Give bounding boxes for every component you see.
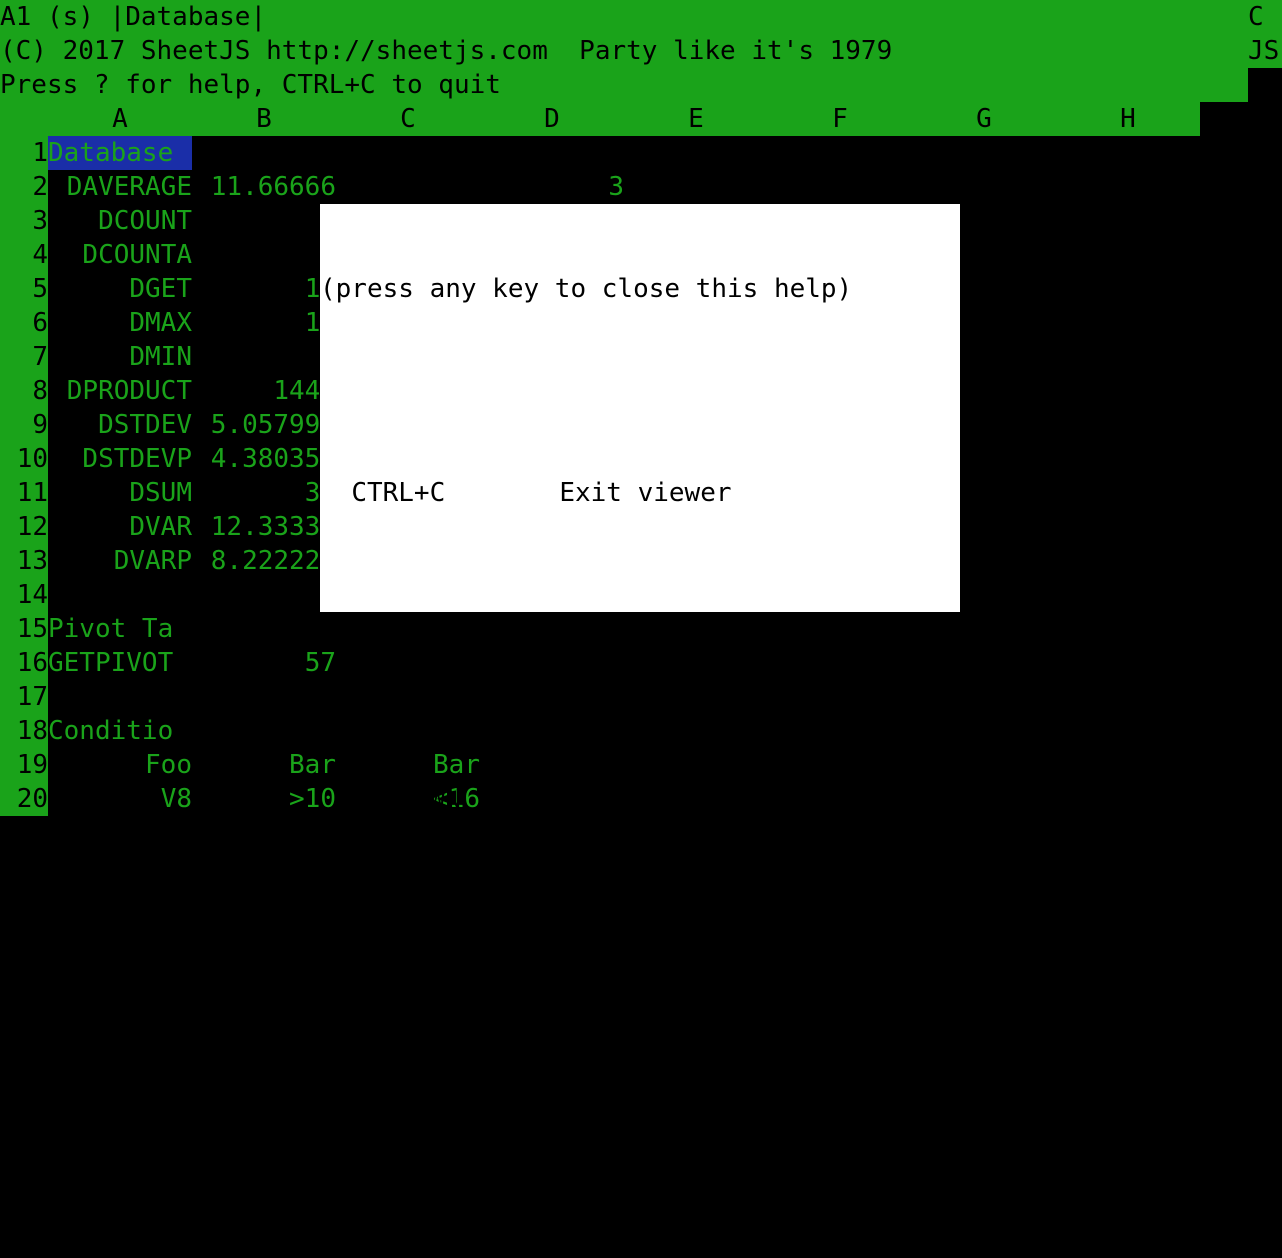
row-number[interactable]: 2 bbox=[0, 170, 48, 204]
cell-b[interactable]: 12.33333 bbox=[192, 510, 336, 544]
column-header-e[interactable]: E bbox=[624, 102, 768, 136]
column-header-b[interactable]: B bbox=[192, 102, 336, 136]
help-entry: Click cell Jump to selected cell bbox=[320, 680, 960, 714]
help-entry: UP/DOWN Jump up/down 1 line bbox=[320, 782, 960, 816]
cell-a[interactable]: Conditio bbox=[48, 714, 192, 748]
help-key: PGUP/PGDN bbox=[351, 988, 493, 1018]
row-number[interactable]: 12 bbox=[0, 510, 48, 544]
row-number[interactable]: 16 bbox=[0, 646, 48, 680]
cell-a[interactable]: Database bbox=[48, 136, 192, 170]
help-desc: Select Worksheet bbox=[559, 1192, 810, 1222]
column-header-g[interactable]: G bbox=[912, 102, 1056, 136]
cell-a[interactable]: GETPIVOT bbox=[48, 646, 192, 680]
cell-b[interactable]: 1440 bbox=[192, 374, 336, 408]
cell-b[interactable]: 57 bbox=[192, 646, 336, 680]
cell-b[interactable]: 3 bbox=[192, 238, 336, 272]
cell-b[interactable]: 5.057996 bbox=[192, 408, 336, 442]
column-header-c[interactable]: C bbox=[336, 102, 480, 136]
help-desc: Jump to selected cell bbox=[559, 682, 889, 712]
cell-a[interactable]: DGET bbox=[48, 272, 192, 306]
column-header-bar: A B C D E F G H bbox=[0, 102, 1200, 136]
row-number[interactable]: 20 bbox=[0, 782, 48, 816]
help-key: CTRL+C bbox=[351, 478, 446, 508]
cell-a[interactable]: DMIN bbox=[48, 340, 192, 374]
help-title: (press any key to close this help) bbox=[320, 274, 853, 304]
cell-b[interactable]: >10 bbox=[192, 782, 336, 816]
help-entry: ~ (tilde) Select Worksheet bbox=[320, 1190, 960, 1224]
column-header-a[interactable]: A bbox=[48, 102, 192, 136]
column-header-d[interactable]: D bbox=[480, 102, 624, 136]
status-line: A1 (s) |Database| bbox=[0, 0, 1248, 34]
row-number[interactable]: 15 bbox=[0, 612, 48, 646]
cell-a[interactable]: DMAX bbox=[48, 306, 192, 340]
column-header-h[interactable]: H bbox=[1056, 102, 1200, 136]
row-number[interactable]: 17 bbox=[0, 680, 48, 714]
row-number[interactable]: 8 bbox=[0, 374, 48, 408]
cell-a[interactable]: DPRODUCT bbox=[48, 374, 192, 408]
help-entry: Mouse scrl Jump up/down 3 lines bbox=[320, 884, 960, 918]
column-header-f[interactable]: F bbox=[768, 102, 912, 136]
cell-a[interactable]: DSUM bbox=[48, 476, 192, 510]
cell-a[interactable]: DSTDEVP bbox=[48, 442, 192, 476]
cell-a[interactable]: DVARP bbox=[48, 544, 192, 578]
right-edge-fill bbox=[1248, 68, 1282, 102]
cell-b[interactable]: 3 bbox=[192, 204, 336, 238]
help-entry: CTRL+C Exit viewer bbox=[320, 476, 960, 510]
table-row: 2 DAVERAGE 11.66666 3 bbox=[0, 170, 1282, 204]
row-number[interactable]: 10 bbox=[0, 442, 48, 476]
help-hint: Press ? for help, CTRL+C to quit bbox=[0, 68, 1248, 102]
cell-a[interactable]: DCOUNTA bbox=[48, 238, 192, 272]
help-desc: Jump up/down 1 page bbox=[559, 988, 857, 1018]
cell-a[interactable]: DCOUNT bbox=[48, 204, 192, 238]
row-number[interactable]: 11 bbox=[0, 476, 48, 510]
banner-right-indicator: JS bbox=[1248, 34, 1282, 68]
row-number[interactable]: 1 bbox=[0, 136, 48, 170]
cell-a[interactable]: DAVERAGE bbox=[48, 170, 192, 204]
row-number[interactable]: 19 bbox=[0, 748, 48, 782]
help-key: UP/DOWN bbox=[351, 784, 461, 814]
row-number[interactable]: 14 bbox=[0, 578, 48, 612]
cell-a[interactable]: V8 bbox=[48, 782, 192, 816]
cell-b[interactable]: 15 bbox=[192, 306, 336, 340]
banner-line: (C) 2017 SheetJS http://sheetjs.com Part… bbox=[0, 34, 1248, 68]
cell-b[interactable]: 8.222222 bbox=[192, 544, 336, 578]
help-dialog[interactable]: (press any key to close this help) CTRL+… bbox=[320, 204, 960, 1222]
row-number[interactable]: 9 bbox=[0, 408, 48, 442]
table-row: 1 Database bbox=[0, 136, 1282, 170]
row-number[interactable]: 5 bbox=[0, 272, 48, 306]
help-desc: Jump up/down 1 line bbox=[559, 784, 857, 814]
cell-b[interactable]: 8 bbox=[192, 340, 336, 374]
row-number[interactable]: 18 bbox=[0, 714, 48, 748]
row-number[interactable]: 4 bbox=[0, 238, 48, 272]
help-desc: Exit viewer bbox=[559, 478, 732, 508]
row-number[interactable]: 3 bbox=[0, 204, 48, 238]
cell-d[interactable]: 3 bbox=[480, 170, 624, 204]
help-key: ~ (tilde) bbox=[351, 1192, 493, 1222]
row-number[interactable]: 6 bbox=[0, 306, 48, 340]
cell-b[interactable]: Bar bbox=[192, 748, 336, 782]
cell-a[interactable]: Foo bbox=[48, 748, 192, 782]
row-number[interactable]: 7 bbox=[0, 340, 48, 374]
help-key: Click cell bbox=[351, 682, 508, 712]
help-desc: Jump up/down 3 lines bbox=[559, 886, 873, 916]
cell-b[interactable]: 15 bbox=[192, 272, 336, 306]
help-entry: PGUP/PGDN Jump up/down 1 page bbox=[320, 986, 960, 1020]
cell-b[interactable]: 11.66666 bbox=[192, 170, 336, 204]
cell-a[interactable]: DSTDEV bbox=[48, 408, 192, 442]
row-number[interactable]: 13 bbox=[0, 544, 48, 578]
status-right-indicator: C bbox=[1248, 0, 1282, 34]
cell-b[interactable]: 35 bbox=[192, 476, 336, 510]
cell-b[interactable]: 4.380353 bbox=[192, 442, 336, 476]
cell-a[interactable]: DVAR bbox=[48, 510, 192, 544]
cell-a[interactable]: Pivot Ta bbox=[48, 612, 192, 646]
help-key: Mouse scrl bbox=[351, 886, 508, 916]
